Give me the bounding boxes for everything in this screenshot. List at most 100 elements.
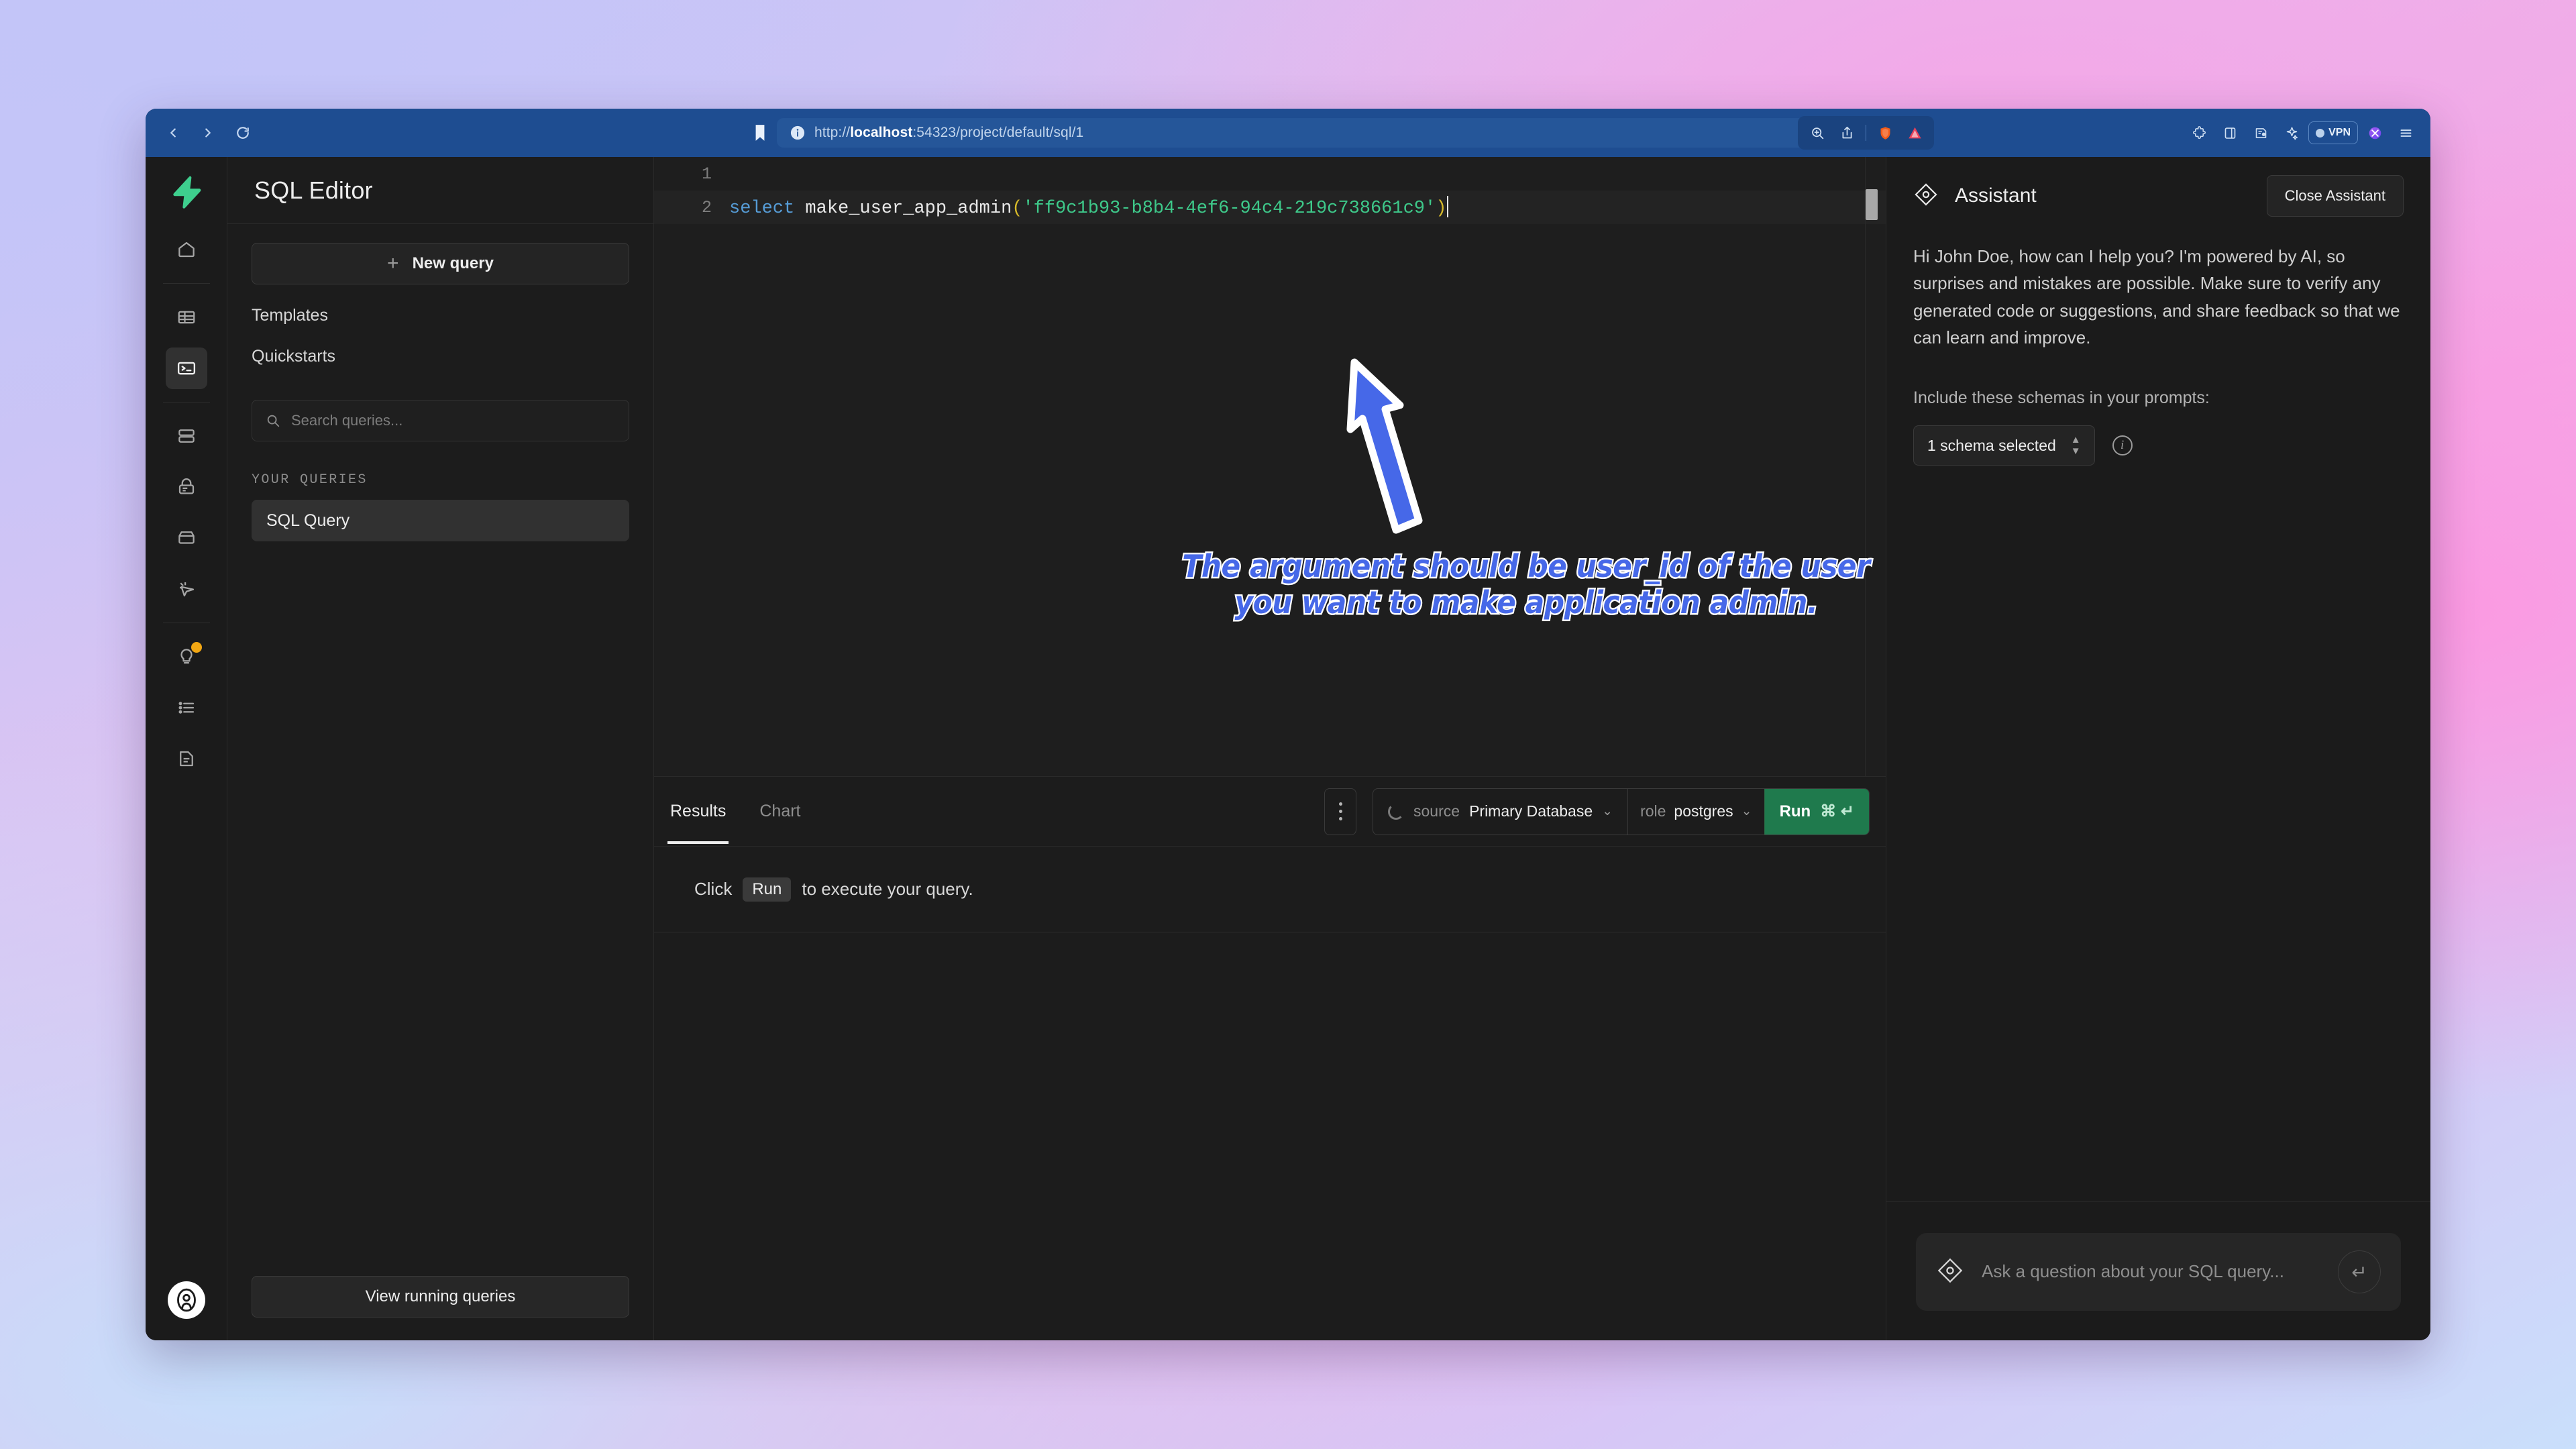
enter-arrow-icon[interactable]: ↵ [2338, 1250, 2381, 1293]
assistant-input-box[interactable]: Ask a question about your SQL query... ↵ [1916, 1233, 2401, 1311]
reading-list-icon[interactable] [2247, 119, 2275, 147]
close-assistant-label: Close Assistant [2285, 187, 2385, 205]
address-bar-group: http://localhost:54323/project/default/s… [753, 118, 1823, 148]
supabase-logo[interactable] [166, 174, 207, 209]
sidebar-item-api-docs[interactable] [166, 738, 207, 780]
hamburger-menu-icon[interactable] [2392, 119, 2420, 147]
sql-open-paren: ( [1012, 199, 1022, 219]
editor-column: 1 2 select make_user_app_admin('ff9c1b93… [654, 157, 1886, 1340]
browser-extensions-group: VPN [2185, 119, 2420, 147]
sidebar-item-table-editor[interactable] [166, 297, 207, 338]
sidebar-item-advisors[interactable] [166, 636, 207, 678]
sidebar-item-logs[interactable] [166, 687, 207, 729]
reload-button[interactable] [227, 117, 258, 148]
leo-ai-icon[interactable] [2277, 119, 2306, 147]
close-assistant-button[interactable]: Close Assistant [2267, 175, 2404, 217]
query-sidebar: SQL Editor + New query Templates Quickst… [227, 157, 654, 1340]
advisors-badge [191, 642, 202, 653]
view-running-queries-button[interactable]: View running queries [252, 1276, 629, 1318]
run-label: Run [1780, 802, 1811, 821]
code-line[interactable]: 2 select make_user_app_admin('ff9c1b93-b… [654, 191, 1886, 224]
search-input[interactable] [291, 412, 615, 429]
chevron-down-icon: ⌄ [1602, 804, 1613, 819]
sidebar-item-quickstarts[interactable]: Quickstarts [252, 347, 629, 366]
extensions-icon[interactable] [2185, 119, 2213, 147]
assistant-panel: Assistant Close Assistant Hi John Doe, h… [1886, 157, 2430, 1340]
alert-triangle-icon[interactable] [1900, 119, 1929, 147]
vpn-status-dot [2316, 129, 2324, 138]
view-running-queries-label: View running queries [366, 1287, 516, 1306]
sidebar-item-templates[interactable]: Templates [252, 306, 629, 325]
list-item[interactable]: SQL Query [252, 500, 629, 541]
schema-select-value: 1 schema selected [1927, 437, 2056, 455]
sidebar-icon[interactable] [2216, 119, 2244, 147]
share-icon[interactable] [1833, 119, 1861, 147]
chevron-down-icon: ⌄ [1741, 804, 1752, 819]
app-root: SQL Editor + New query Templates Quickst… [146, 157, 2430, 1340]
assistant-diamond-icon [1936, 1256, 1964, 1288]
tab-chart[interactable]: Chart [759, 779, 800, 844]
sidebar-item-edge-functions[interactable] [166, 568, 207, 610]
nav-rail [146, 157, 227, 1340]
database-selector-group: source Primary Database ⌄ role postgres … [1373, 788, 1870, 835]
vpn-button[interactable]: VPN [2308, 121, 2358, 144]
editor-scrollbar[interactable] [1866, 189, 1878, 220]
text-caret [1447, 196, 1448, 217]
empty-suffix: to execute your query. [802, 879, 973, 900]
forward-button[interactable] [193, 117, 223, 148]
results-toolbar: Results Chart source Primary Database ⌄ … [654, 777, 1886, 847]
brave-rewards-icon[interactable] [2361, 119, 2389, 147]
assistant-title: Assistant [1955, 184, 2037, 207]
address-bar-actions [1798, 116, 1934, 150]
results-toolbar-actions: source Primary Database ⌄ role postgres … [1324, 788, 1870, 835]
line-number: 2 [654, 198, 729, 217]
sql-function-name: make_user_app_admin [794, 199, 1012, 219]
results-area [654, 932, 1886, 1340]
source-label: source [1413, 802, 1460, 820]
sql-editor[interactable]: 1 2 select make_user_app_admin('ff9c1b93… [654, 157, 1886, 777]
role-value: postgres [1674, 802, 1733, 820]
assistant-diamond-icon [1913, 182, 1939, 211]
sql-keyword: select [729, 199, 794, 219]
browser-toolbar: http://localhost:54323/project/default/s… [146, 109, 2430, 157]
sidebar-item-auth[interactable] [166, 466, 207, 508]
new-query-label: New query [413, 254, 494, 273]
site-info-icon[interactable] [790, 125, 805, 140]
chevron-updown-icon: ▲▼ [2071, 435, 2081, 455]
sidebar-body: + New query Templates Quickstarts YOUR Q… [227, 224, 653, 1260]
rail-divider [163, 283, 210, 284]
sidebar-item-sql-editor[interactable] [166, 347, 207, 389]
line-number: 1 [654, 164, 729, 184]
sidebar-item-database[interactable] [166, 415, 207, 457]
vpn-label: VPN [2328, 127, 2351, 139]
line-content: select make_user_app_admin('ff9c1b93-b8b… [729, 196, 1448, 219]
query-name: SQL Query [266, 511, 350, 531]
sidebar-item-storage[interactable] [166, 517, 207, 559]
assistant-greeting: Hi John Doe, how can I help you? I'm pow… [1913, 243, 2404, 351]
assistant-input-placeholder: Ask a question about your SQL query... [1982, 1259, 2320, 1285]
sidebar-footer: View running queries [227, 1260, 653, 1340]
run-shortcut: ⌘ ↵ [1820, 802, 1854, 821]
assistant-footer: Ask a question about your SQL query... ↵ [1886, 1201, 2430, 1340]
url-text: http://localhost:54323/project/default/s… [814, 125, 1083, 141]
bookmark-icon[interactable] [753, 124, 767, 142]
run-button[interactable]: Run ⌘ ↵ [1764, 789, 1869, 835]
sql-string-literal: 'ff9c1b93-b8b4-4ef6-94c4-219c738661c9' [1022, 199, 1436, 219]
search-queries-box[interactable] [252, 400, 629, 441]
address-bar[interactable]: http://localhost:54323/project/default/s… [777, 118, 1823, 148]
assistant-body: Hi John Doe, how can I help you? I'm pow… [1886, 235, 2430, 1201]
more-vertical-icon[interactable] [1324, 788, 1356, 835]
results-empty-text: Click Run to execute your query. [694, 877, 973, 902]
zoom-icon[interactable] [1803, 119, 1831, 147]
role-selector[interactable]: role postgres ⌄ [1627, 789, 1764, 835]
code-line: 1 [654, 157, 1886, 191]
info-icon[interactable]: i [2112, 435, 2133, 455]
sidebar-item-home[interactable] [166, 229, 207, 270]
back-button[interactable] [158, 117, 189, 148]
source-selector[interactable]: source Primary Database ⌄ [1373, 789, 1627, 835]
brave-shield-icon[interactable] [1871, 119, 1899, 147]
user-avatar-icon[interactable] [168, 1281, 205, 1319]
new-query-button[interactable]: + New query [252, 243, 629, 284]
tab-results[interactable]: Results [670, 779, 726, 844]
schema-select[interactable]: 1 schema selected ▲▼ [1913, 425, 2095, 466]
